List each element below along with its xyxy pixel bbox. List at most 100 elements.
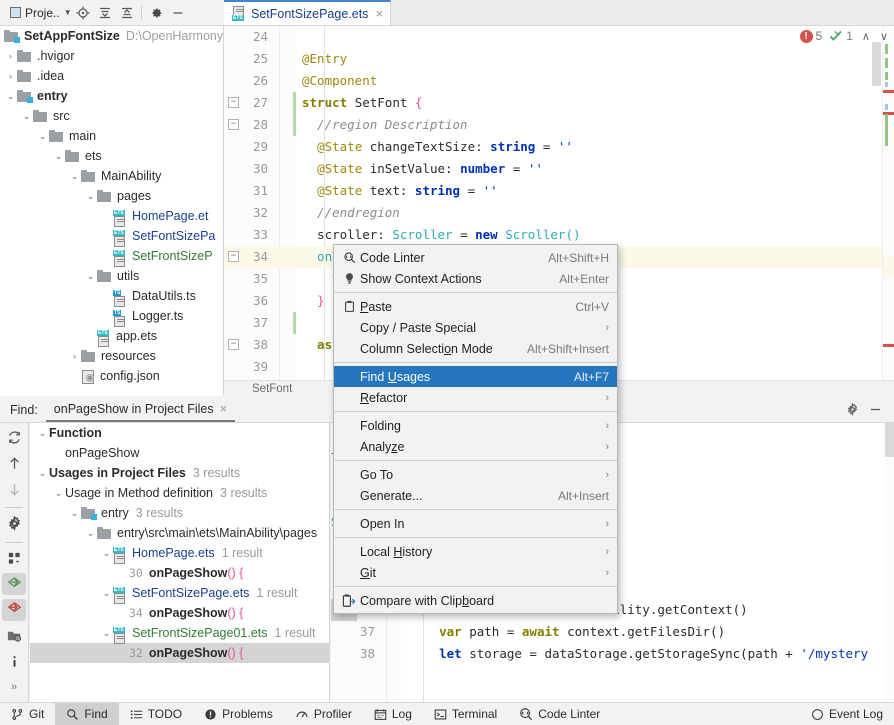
- menu-item-show-context-actions[interactable]: Show Context ActionsAlt+Enter: [334, 268, 617, 289]
- code-line[interactable]: 29 @State changeTextSize: string = '': [224, 136, 894, 158]
- tree-row-setfontsizepa[interactable]: ETSSetFontSizePa: [0, 226, 223, 246]
- status-item-terminal[interactable]: Terminal: [423, 703, 508, 725]
- status-item-find[interactable]: Find: [55, 703, 118, 725]
- previous-occurrence-icon[interactable]: [2, 453, 26, 475]
- tree-row-resources[interactable]: ›resources: [0, 346, 223, 366]
- twisty-icon[interactable]: ⌄: [36, 131, 49, 142]
- find-result-row-onpageshow[interactable]: 32onPageShow() {: [30, 643, 329, 663]
- code-line[interactable]: 30 @State inSetValue: number = '': [224, 158, 894, 180]
- menu-item-go-to[interactable]: Go To›: [334, 464, 617, 485]
- twisty-icon[interactable]: ⌄: [68, 508, 81, 519]
- locate-icon[interactable]: [72, 2, 94, 24]
- tree-row-app-ets[interactable]: ETSapp.ets: [0, 326, 223, 346]
- menu-item-analyze[interactable]: Analyze›: [334, 436, 617, 457]
- next-problem-icon[interactable]: ∨: [880, 30, 888, 43]
- find-results-tree[interactable]: ⌄FunctiononPageShow⌄Usages in Project Fi…: [30, 423, 330, 702]
- tree-row--hvigor[interactable]: ›.hvigor: [0, 46, 223, 66]
- menu-item-local-history[interactable]: Local History›: [334, 541, 617, 562]
- gear-icon[interactable]: [846, 403, 859, 416]
- find-result-tab[interactable]: onPageShow in Project Files ×: [46, 397, 235, 422]
- menu-item-code-linter[interactable]: Code LinterAlt+Shift+H: [334, 247, 617, 268]
- tree-row-ets[interactable]: ⌄ets: [0, 146, 223, 166]
- twisty-icon[interactable]: ⌄: [52, 488, 65, 499]
- tree-row-entry[interactable]: ⌄entry: [0, 86, 223, 106]
- project-tree-pane[interactable]: SetAppFontSize D:\OpenHarmonyS ›.hvigor›…: [0, 26, 224, 396]
- editor-inspection-status[interactable]: ! 5 1 ∧ ∨: [800, 29, 889, 43]
- tree-row-setfrontsizep[interactable]: ETSSetFrontSizeP: [0, 246, 223, 266]
- prev-problem-icon[interactable]: ∧: [862, 30, 870, 43]
- help-info-icon[interactable]: [2, 651, 26, 673]
- status-item-git[interactable]: Git: [0, 703, 55, 725]
- menu-item-git[interactable]: Git›: [334, 562, 617, 583]
- menu-item-generate[interactable]: Generate...Alt+Insert: [334, 485, 617, 506]
- fold-toggle-icon[interactable]: −: [228, 119, 239, 130]
- twisty-icon[interactable]: ⌄: [36, 468, 49, 479]
- find-result-row-setfontsizepage-ets[interactable]: ⌄ETSSetFontSizePage.ets1 result: [30, 583, 329, 603]
- tree-row-src[interactable]: ⌄src: [0, 106, 223, 126]
- tree-row-root[interactable]: SetAppFontSize D:\OpenHarmonyS: [0, 26, 223, 46]
- menu-item-open-in[interactable]: Open In›: [334, 513, 617, 534]
- find-result-row-homepage-ets[interactable]: ⌄ETSHomePage.ets1 result: [30, 543, 329, 563]
- menu-item-refactor[interactable]: Refactor›: [334, 387, 617, 408]
- find-result-row-onpageshow[interactable]: 30onPageShow() {: [30, 563, 329, 583]
- editor-scrollbar-thumb[interactable]: [872, 42, 881, 86]
- preview-scrollbar[interactable]: [885, 423, 894, 702]
- tree-row-mainability[interactable]: ⌄MainAbility: [0, 166, 223, 186]
- minimize-icon[interactable]: [869, 403, 882, 416]
- menu-item-compare-with-clipboard[interactable]: Compare with Clipboard: [334, 590, 617, 611]
- code-line[interactable]: 27−struct SetFont {: [224, 92, 894, 114]
- settings-gear-icon[interactable]: [2, 513, 26, 535]
- code-line[interactable]: 25@Entry: [224, 48, 894, 70]
- twisty-icon[interactable]: ⌄: [52, 151, 65, 162]
- tab-setfontsizepage[interactable]: ETS SetFontSizePage.ets ×: [224, 0, 391, 25]
- tree-row--idea[interactable]: ›.idea: [0, 66, 223, 86]
- find-result-row-usages-in-project-files[interactable]: ⌄Usages in Project Files3 results: [30, 463, 329, 483]
- tree-row-config-json[interactable]: config.json: [0, 366, 223, 386]
- menu-item-copy-paste-special[interactable]: Copy / Paste Special›: [334, 317, 617, 338]
- find-result-row-setfrontsizepage01-ets[interactable]: ⌄ETSSetFrontSizePage01.ets1 result: [30, 623, 329, 643]
- twisty-icon[interactable]: ⌄: [100, 628, 113, 639]
- twisty-icon[interactable]: ⌄: [36, 428, 49, 439]
- editor-context-menu[interactable]: Code LinterAlt+Shift+HShow Context Actio…: [333, 244, 618, 614]
- close-icon[interactable]: ×: [220, 401, 228, 416]
- twisty-icon[interactable]: ⌄: [84, 271, 97, 282]
- twisty-icon[interactable]: ⌄: [84, 528, 97, 539]
- find-result-row-entry[interactable]: ⌄entry3 results: [30, 503, 329, 523]
- status-item-profiler[interactable]: Profiler: [284, 703, 363, 725]
- code-line[interactable]: 37 var path = await context.getFilesDir(…: [331, 621, 894, 643]
- menu-item-find-usages[interactable]: Find UsagesAlt+F7: [334, 366, 617, 387]
- hide-panel-icon[interactable]: [167, 2, 189, 24]
- code-line[interactable]: 33 scroller: Scroller = new Scroller(): [224, 224, 894, 246]
- fold-toggle-icon[interactable]: −: [228, 97, 239, 108]
- group-by-icon[interactable]: [2, 548, 26, 570]
- status-item-todo[interactable]: TODO: [119, 703, 193, 725]
- expand-all-icon[interactable]: [116, 2, 138, 24]
- status-item-code-linter[interactable]: Code Linter: [508, 703, 611, 725]
- expand-all-icon[interactable]: [2, 573, 26, 595]
- code-line[interactable]: 28− //region Description: [224, 114, 894, 136]
- status-item-event-log[interactable]: Event Log: [800, 703, 894, 725]
- code-line[interactable]: 38 let storage = dataStorage.getStorageS…: [331, 643, 894, 665]
- find-result-row-function[interactable]: ⌄Function: [30, 423, 329, 443]
- find-result-row-onpageshow[interactable]: 34onPageShow() {: [30, 603, 329, 623]
- editor-marker-bar[interactable]: [882, 26, 894, 396]
- rerun-search-icon[interactable]: [2, 427, 26, 449]
- twisty-icon[interactable]: ⌄: [100, 548, 113, 559]
- status-item-problems[interactable]: Problems: [193, 703, 284, 725]
- tree-row-logger-ts[interactable]: TSLogger.ts: [0, 306, 223, 326]
- code-line[interactable]: 31 @State text: string = '': [224, 180, 894, 202]
- twisty-icon[interactable]: ⌄: [4, 91, 17, 102]
- collapse-all-icon[interactable]: [94, 2, 116, 24]
- twisty-icon[interactable]: ›: [68, 351, 81, 361]
- menu-item-folding[interactable]: Folding›: [334, 415, 617, 436]
- close-icon[interactable]: ×: [375, 6, 383, 21]
- collapse-all-icon[interactable]: [2, 599, 26, 621]
- project-view-selector[interactable]: Proje.. ▼: [0, 6, 72, 20]
- status-item-log[interactable]: Log: [363, 703, 423, 725]
- settings-gear-icon[interactable]: [145, 2, 167, 24]
- preview-scrollbar-thumb[interactable]: [885, 423, 894, 457]
- find-result-row-entry-src-main-ets-mainability-pages[interactable]: ⌄entry\src\main\ets\MainAbility\pages: [30, 523, 329, 543]
- export-to-file-icon[interactable]: [2, 625, 26, 647]
- find-result-row-usage-in-method-definition[interactable]: ⌄Usage in Method definition3 results: [30, 483, 329, 503]
- fold-toggle-icon[interactable]: −: [228, 339, 239, 350]
